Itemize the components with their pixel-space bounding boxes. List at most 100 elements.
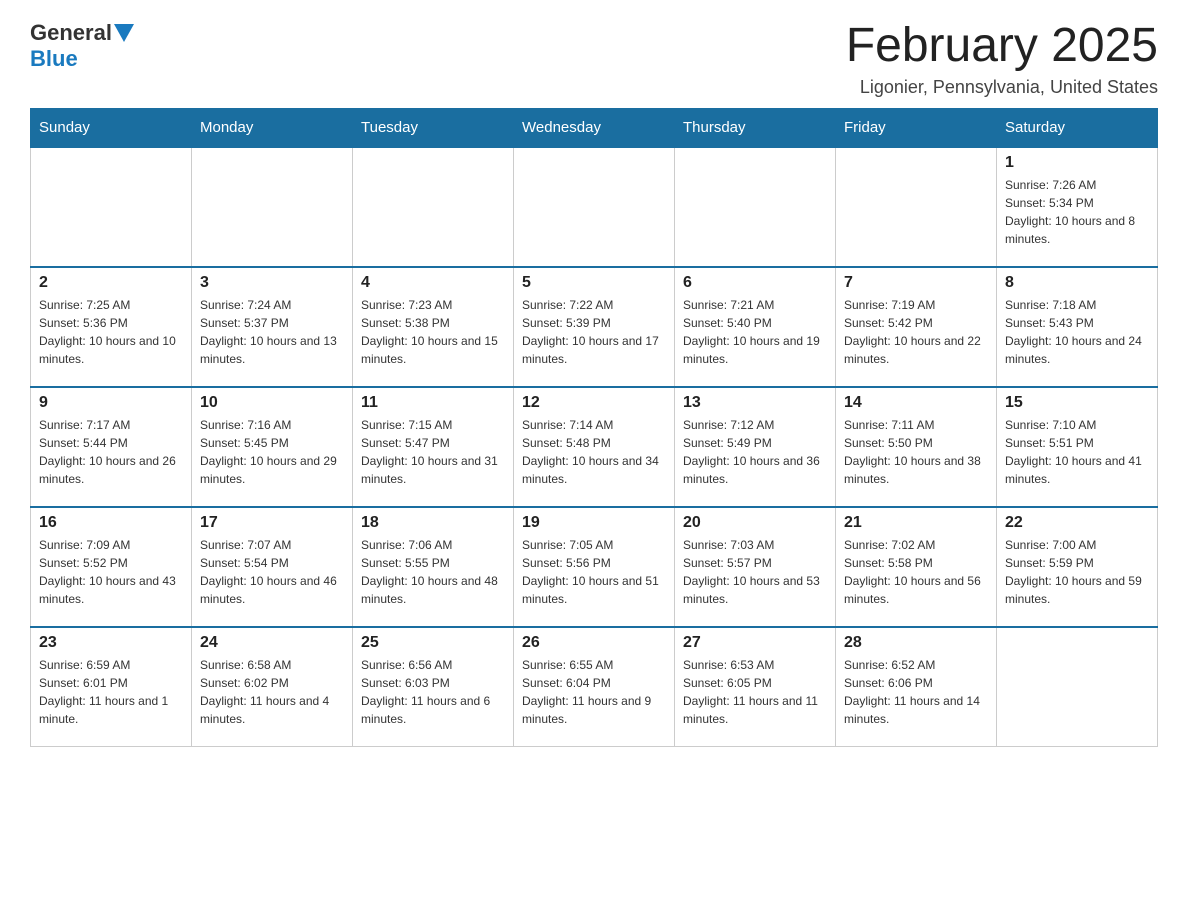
day-number: 8	[1005, 274, 1149, 292]
page-subtitle: Ligonier, Pennsylvania, United States	[846, 77, 1158, 98]
calendar-cell: 7 Sunrise: 7:19 AMSunset: 5:42 PMDaylight…	[836, 267, 997, 387]
day-number: 12	[522, 394, 666, 412]
day-info: Sunrise: 7:24 AMSunset: 5:37 PMDaylight:…	[200, 296, 344, 368]
day-number: 28	[844, 634, 988, 652]
day-number: 9	[39, 394, 183, 412]
day-info: Sunrise: 6:58 AMSunset: 6:02 PMDaylight:…	[200, 656, 344, 728]
calendar-week-4: 16 Sunrise: 7:09 AMSunset: 5:52 PMDayligh…	[31, 507, 1158, 627]
day-info: Sunrise: 7:14 AMSunset: 5:48 PMDaylight:…	[522, 416, 666, 488]
logo-blue-text: Blue	[30, 46, 78, 72]
day-number: 5	[522, 274, 666, 292]
logo-triangle-icon	[114, 24, 134, 42]
day-number: 17	[200, 514, 344, 532]
day-number: 25	[361, 634, 505, 652]
calendar-cell: 13Sunrise: 7:12 AMSunset: 5:49 PMDayligh…	[675, 387, 836, 507]
col-monday: Monday	[192, 108, 353, 147]
day-info: Sunrise: 7:19 AMSunset: 5:42 PMDaylight:…	[844, 296, 988, 368]
day-number: 7	[844, 274, 988, 292]
day-info: Sunrise: 7:02 AMSunset: 5:58 PMDaylight:…	[844, 536, 988, 608]
calendar-cell: 2 Sunrise: 7:25 AMSunset: 5:36 PMDaylight…	[31, 267, 192, 387]
col-friday: Friday	[836, 108, 997, 147]
calendar-cell: 19 Sunrise: 7:05 AMSunset: 5:56 PMDayligh…	[514, 507, 675, 627]
logo: General Blue	[30, 20, 136, 72]
day-number: 20	[683, 514, 827, 532]
day-info: Sunrise: 6:52 AMSunset: 6:06 PMDaylight:…	[844, 656, 988, 728]
calendar-cell: 24 Sunrise: 6:58 AMSunset: 6:02 PMDayligh…	[192, 627, 353, 747]
calendar-week-5: 23 Sunrise: 6:59 AMSunset: 6:01 PMDayligh…	[31, 627, 1158, 747]
day-number: 10	[200, 394, 344, 412]
day-number: 6	[683, 274, 827, 292]
calendar-week-3: 9 Sunrise: 7:17 AMSunset: 5:44 PMDaylight…	[31, 387, 1158, 507]
calendar-week-2: 2 Sunrise: 7:25 AMSunset: 5:36 PMDaylight…	[31, 267, 1158, 387]
title-section: February 2025 Ligonier, Pennsylvania, Un…	[846, 20, 1158, 98]
calendar-cell: 11Sunrise: 7:15 AMSunset: 5:47 PMDayligh…	[353, 387, 514, 507]
day-info: Sunrise: 7:17 AMSunset: 5:44 PMDaylight:…	[39, 416, 183, 488]
calendar-header-row: Sunday Monday Tuesday Wednesday Thursday…	[31, 108, 1158, 147]
day-info: Sunrise: 6:55 AMSunset: 6:04 PMDaylight:…	[522, 656, 666, 728]
calendar-cell: 14 Sunrise: 7:11 AMSunset: 5:50 PMDayligh…	[836, 387, 997, 507]
col-saturday: Saturday	[997, 108, 1158, 147]
calendar-cell: 17Sunrise: 7:07 AMSunset: 5:54 PMDayligh…	[192, 507, 353, 627]
day-number: 3	[200, 274, 344, 292]
day-info: Sunrise: 6:53 AMSunset: 6:05 PMDaylight:…	[683, 656, 827, 728]
day-number: 24	[200, 634, 344, 652]
day-info: Sunrise: 7:06 AMSunset: 5:55 PMDaylight:…	[361, 536, 505, 608]
page-title: February 2025	[846, 20, 1158, 73]
calendar-cell: 15 Sunrise: 7:10 AMSunset: 5:51 PMDayligh…	[997, 387, 1158, 507]
calendar-cell: 27Sunrise: 6:53 AMSunset: 6:05 PMDayligh…	[675, 627, 836, 747]
day-info: Sunrise: 7:11 AMSunset: 5:50 PMDaylight:…	[844, 416, 988, 488]
col-tuesday: Tuesday	[353, 108, 514, 147]
day-info: Sunrise: 7:23 AMSunset: 5:38 PMDaylight:…	[361, 296, 505, 368]
day-number: 15	[1005, 394, 1149, 412]
day-number: 18	[361, 514, 505, 532]
day-info: Sunrise: 7:16 AMSunset: 5:45 PMDaylight:…	[200, 416, 344, 488]
calendar-cell	[836, 147, 997, 267]
day-number: 16	[39, 514, 183, 532]
day-number: 11	[361, 394, 505, 412]
calendar-cell	[997, 627, 1158, 747]
calendar-cell: 26Sunrise: 6:55 AMSunset: 6:04 PMDayligh…	[514, 627, 675, 747]
calendar-cell: 18 Sunrise: 7:06 AMSunset: 5:55 PMDayligh…	[353, 507, 514, 627]
day-info: Sunrise: 7:03 AMSunset: 5:57 PMDaylight:…	[683, 536, 827, 608]
col-thursday: Thursday	[675, 108, 836, 147]
calendar-cell: 20 Sunrise: 7:03 AMSunset: 5:57 PMDayligh…	[675, 507, 836, 627]
calendar-cell	[514, 147, 675, 267]
day-info: Sunrise: 7:05 AMSunset: 5:56 PMDaylight:…	[522, 536, 666, 608]
day-number: 23	[39, 634, 183, 652]
calendar-week-1: 1 Sunrise: 7:26 AMSunset: 5:34 PMDaylight…	[31, 147, 1158, 267]
calendar-cell: 16 Sunrise: 7:09 AMSunset: 5:52 PMDayligh…	[31, 507, 192, 627]
day-info: Sunrise: 6:56 AMSunset: 6:03 PMDaylight:…	[361, 656, 505, 728]
calendar-cell: 21 Sunrise: 7:02 AMSunset: 5:58 PMDayligh…	[836, 507, 997, 627]
page-header: General Blue February 2025 Ligonier, Pen…	[30, 20, 1158, 98]
calendar-cell: 23 Sunrise: 6:59 AMSunset: 6:01 PMDayligh…	[31, 627, 192, 747]
logo-general-text: General	[30, 20, 112, 46]
col-wednesday: Wednesday	[514, 108, 675, 147]
col-sunday: Sunday	[31, 108, 192, 147]
day-info: Sunrise: 7:26 AMSunset: 5:34 PMDaylight:…	[1005, 176, 1149, 248]
calendar-cell: 4 Sunrise: 7:23 AMSunset: 5:38 PMDaylight…	[353, 267, 514, 387]
day-info: Sunrise: 7:25 AMSunset: 5:36 PMDaylight:…	[39, 296, 183, 368]
day-info: Sunrise: 7:10 AMSunset: 5:51 PMDaylight:…	[1005, 416, 1149, 488]
calendar-cell	[675, 147, 836, 267]
day-info: Sunrise: 7:18 AMSunset: 5:43 PMDaylight:…	[1005, 296, 1149, 368]
day-info: Sunrise: 7:09 AMSunset: 5:52 PMDaylight:…	[39, 536, 183, 608]
day-number: 21	[844, 514, 988, 532]
day-info: Sunrise: 6:59 AMSunset: 6:01 PMDaylight:…	[39, 656, 183, 728]
day-number: 19	[522, 514, 666, 532]
calendar-cell: 3 Sunrise: 7:24 AMSunset: 5:37 PMDaylight…	[192, 267, 353, 387]
calendar-cell: 6 Sunrise: 7:21 AMSunset: 5:40 PMDaylight…	[675, 267, 836, 387]
day-number: 4	[361, 274, 505, 292]
day-number: 2	[39, 274, 183, 292]
calendar-cell: 8 Sunrise: 7:18 AMSunset: 5:43 PMDaylight…	[997, 267, 1158, 387]
calendar-cell: 25 Sunrise: 6:56 AMSunset: 6:03 PMDayligh…	[353, 627, 514, 747]
calendar-cell	[31, 147, 192, 267]
day-number: 1	[1005, 154, 1149, 172]
calendar-cell: 12 Sunrise: 7:14 AMSunset: 5:48 PMDayligh…	[514, 387, 675, 507]
day-info: Sunrise: 7:22 AMSunset: 5:39 PMDaylight:…	[522, 296, 666, 368]
day-info: Sunrise: 7:21 AMSunset: 5:40 PMDaylight:…	[683, 296, 827, 368]
calendar-cell: 28 Sunrise: 6:52 AMSunset: 6:06 PMDayligh…	[836, 627, 997, 747]
day-number: 14	[844, 394, 988, 412]
calendar-cell: 1 Sunrise: 7:26 AMSunset: 5:34 PMDaylight…	[997, 147, 1158, 267]
calendar-cell: 10 Sunrise: 7:16 AMSunset: 5:45 PMDayligh…	[192, 387, 353, 507]
calendar-table: Sunday Monday Tuesday Wednesday Thursday…	[30, 108, 1158, 748]
